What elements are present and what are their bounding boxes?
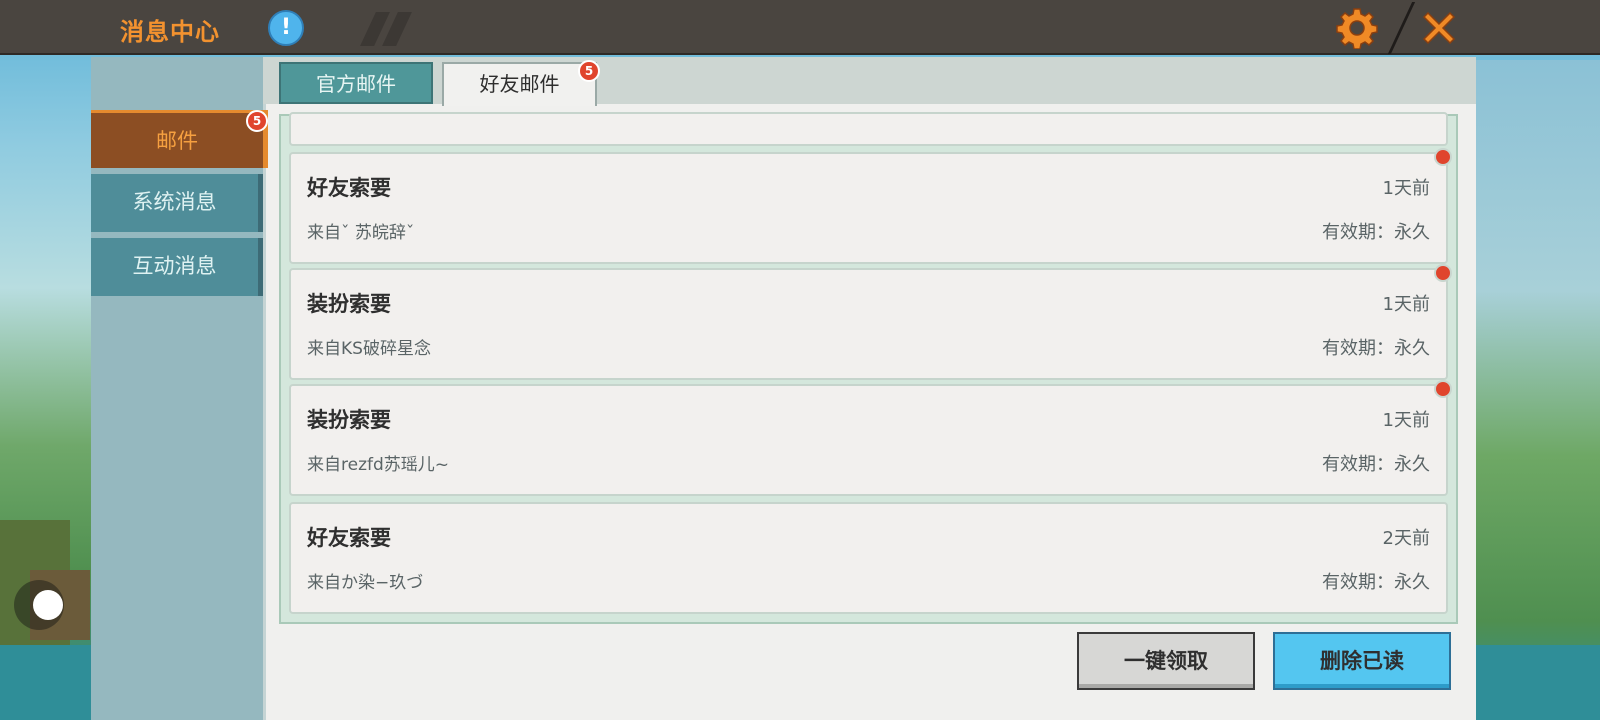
unread-dot [1434,148,1452,166]
mail-validity: 有效期：永久 [1322,572,1430,593]
mail-count-badge: 5 [246,110,268,132]
mail-sender: 来自rezfd苏瑶儿~ [307,455,450,475]
unread-dot [1434,380,1452,398]
mail-item[interactable]: 装扮索要 1天前 来自KS破碎星念 有效期：永久 [289,264,1452,380]
mail-validity: 有效期：永久 [1322,222,1430,243]
mail-time: 1天前 [1382,294,1430,315]
header-bar: 消息中心 ! [0,0,1600,55]
joystick-knob[interactable] [33,590,63,620]
mail-sender: 来自ˇ 苏皖辞ˇ [307,223,415,243]
mail-title: 好友索要 [307,176,391,200]
friend-mail-count-badge: 5 [578,60,600,82]
mail-time: 1天前 [1382,410,1430,431]
sidebar-item-mail[interactable]: 邮件 [91,110,268,168]
mail-time: 1天前 [1382,178,1430,199]
gear-icon[interactable] [1336,7,1378,49]
background-scenery-right [1476,60,1600,720]
tab-official-mail[interactable]: 官方邮件 [279,62,433,104]
mail-item[interactable]: 好友索要 2天前 来自か染−玖づ 有效期：永久 [289,502,1448,614]
close-icon[interactable] [1418,7,1460,49]
mail-validity: 有效期：永久 [1322,454,1430,475]
mail-time: 2天前 [1382,528,1430,549]
mail-item[interactable]: 装扮索要 1天前 来自rezfd苏瑶儿~ 有效期：永久 [289,380,1452,496]
info-icon[interactable]: ! [268,10,304,46]
mail-item-partial[interactable] [289,112,1448,146]
header-divider [1387,2,1416,54]
claim-all-button[interactable]: 一键领取 [1077,632,1255,690]
mail-sender: 来自KS破碎星念 [307,339,431,359]
mail-item[interactable]: 好友索要 1天前 来自ˇ 苏皖辞ˇ 有效期：永久 [289,148,1452,264]
mail-title: 装扮索要 [307,292,391,316]
mail-title: 装扮索要 [307,408,391,432]
unread-dot [1434,264,1452,282]
tab-friend-mail[interactable]: 好友邮件 [442,62,597,106]
mail-validity: 有效期：永久 [1322,338,1430,359]
page-title: 消息中心 [120,18,220,46]
delete-read-button[interactable]: 删除已读 [1273,632,1451,690]
mail-title: 好友索要 [307,526,391,550]
sidebar-item-system-messages[interactable]: 系统消息 [91,174,263,232]
mail-sender: 来自か染−玖づ [307,573,424,593]
sidebar-item-interaction-messages[interactable]: 互动消息 [91,238,263,296]
